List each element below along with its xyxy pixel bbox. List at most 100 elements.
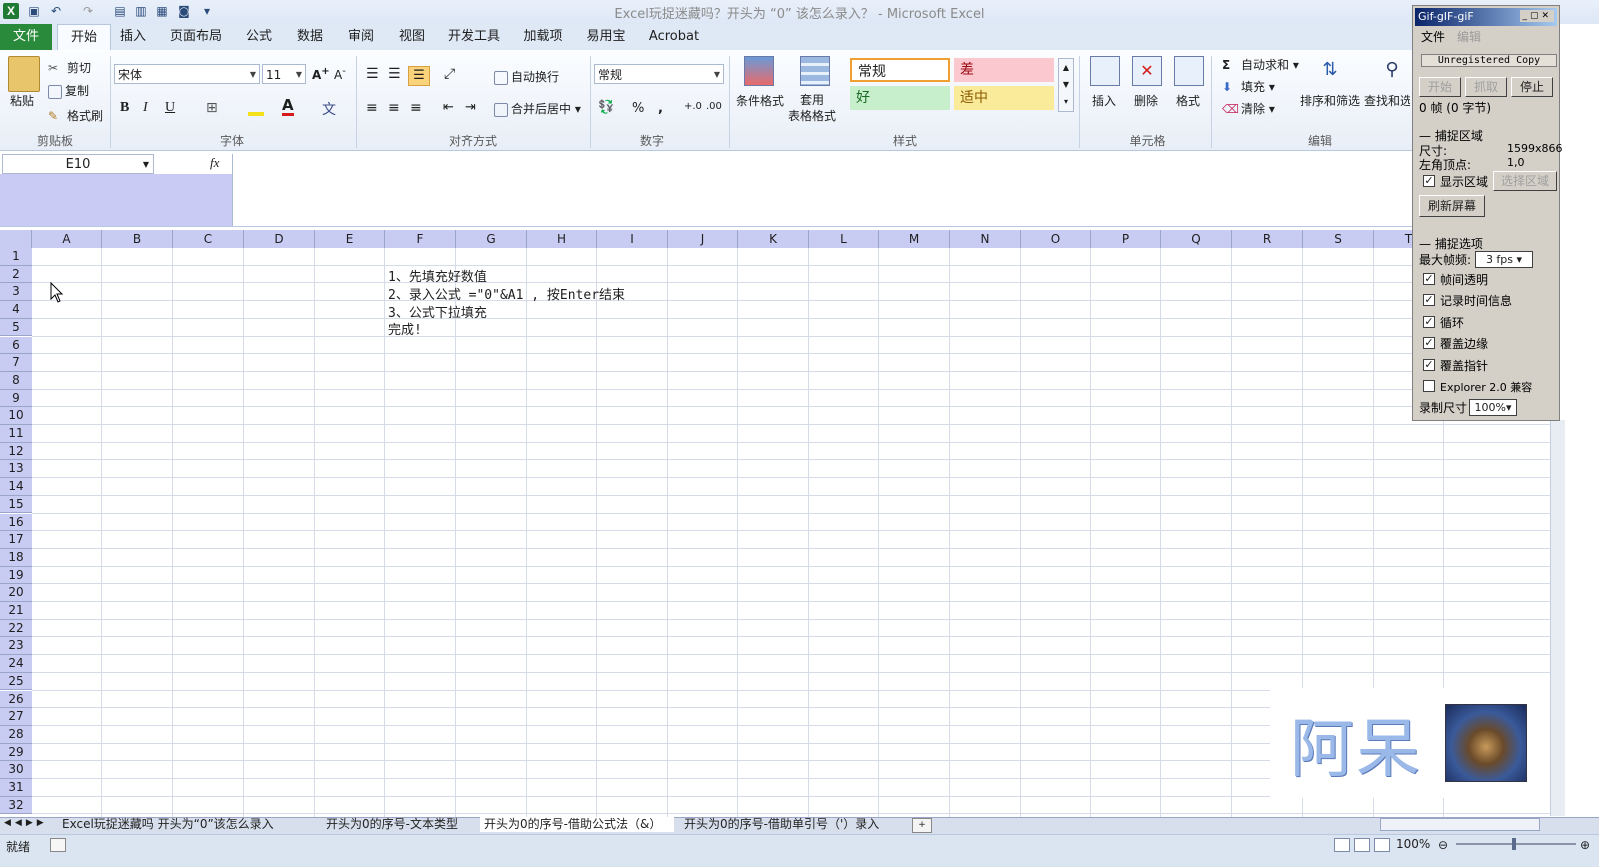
column-header-G[interactable]: G — [456, 230, 527, 248]
sheet-nav-icon[interactable]: ◀◀▶▶ — [4, 818, 48, 828]
bold-button[interactable]: B — [120, 100, 129, 116]
column-header-R[interactable]: R — [1232, 230, 1303, 248]
vertical-scrollbar[interactable] — [1550, 420, 1565, 816]
gif-stop-button[interactable]: 停止 — [1511, 77, 1553, 97]
binoculars-icon[interactable]: ⚲ — [1378, 56, 1406, 84]
tab-formulas[interactable]: 公式 — [238, 24, 280, 50]
row-header-32[interactable]: 32 — [0, 796, 32, 815]
row-header-12[interactable]: 12 — [0, 442, 32, 461]
row-header-27[interactable]: 27 — [0, 708, 32, 726]
new-sheet-icon[interactable]: + — [912, 818, 932, 833]
row-header-29[interactable]: 29 — [0, 743, 32, 762]
row-header-16[interactable]: 16 — [0, 513, 32, 532]
row-header-18[interactable]: 18 — [0, 548, 32, 567]
row-header-5[interactable]: 5 — [0, 318, 32, 337]
row-header-17[interactable]: 17 — [0, 531, 32, 549]
sheet-tab-3[interactable]: 开头为0的序号-借助公式法（&） — [480, 817, 674, 832]
sheet-tab-1[interactable]: Excel玩捉迷藏吗 开头为“0”该怎么录入 — [62, 817, 318, 832]
zoom-out-icon[interactable]: ⊖ — [1438, 838, 1448, 852]
row-header-14[interactable]: 14 — [0, 478, 32, 496]
window-controls-icon[interactable]: _▢✕ — [1520, 10, 1554, 22]
paste-icon[interactable] — [8, 56, 40, 92]
shrink-font-icon[interactable]: A- — [334, 66, 346, 82]
gif-menu-edit[interactable]: 编辑 — [1457, 28, 1481, 45]
column-header-I[interactable]: I — [597, 230, 668, 248]
gif-max-fps-select[interactable]: 3 fps ▾ — [1475, 251, 1533, 268]
horizontal-scrollbar[interactable] — [1380, 818, 1540, 831]
format-cells-icon[interactable] — [1174, 56, 1204, 86]
cell-F2[interactable]: 1、先填充好数值 — [388, 266, 487, 285]
column-header-F[interactable]: F — [385, 230, 456, 248]
row-header-2[interactable]: 2 — [0, 265, 32, 284]
row-header-25[interactable]: 25 — [0, 672, 32, 691]
increase-decimal-icon[interactable]: +.0 — [684, 101, 702, 112]
border-icon[interactable]: ⊞ — [206, 100, 218, 116]
decrease-decimal-icon[interactable]: .00 — [706, 101, 722, 112]
orientation-icon[interactable]: ⤢ — [444, 66, 455, 82]
row-header-4[interactable]: 4 — [0, 301, 32, 319]
align-left-icon[interactable]: ≡ — [366, 100, 378, 116]
gif-opt-transparent-checkbox[interactable]: ✓ — [1423, 273, 1435, 285]
insert-cells-icon[interactable] — [1090, 56, 1120, 86]
tab-review[interactable]: 审阅 — [340, 24, 382, 50]
autosum-button[interactable]: Σ 自动求和 ▾ — [1222, 56, 1299, 74]
style-normal[interactable]: 常规 — [850, 58, 950, 82]
undo-icon[interactable]: ↶ — [48, 3, 64, 19]
table-format-icon[interactable] — [800, 56, 830, 86]
row-header-9[interactable]: 9 — [0, 389, 32, 408]
font-name-combo[interactable]: 宋体 ▼ — [114, 64, 260, 84]
name-box[interactable]: E10 ▼ — [2, 154, 154, 174]
column-header-E[interactable]: E — [315, 230, 385, 248]
gif-opt-loop-checkbox[interactable]: ✓ — [1423, 316, 1435, 328]
sheet-tab-4[interactable]: 开头为0的序号-借助单引号（'）录入 — [684, 817, 904, 832]
row-header-10[interactable]: 10 — [0, 407, 32, 425]
gif-select-area-button[interactable]: 选择区域 — [1493, 171, 1557, 191]
sort-filter-button[interactable]: 排序和筛选 — [1300, 92, 1360, 109]
conditional-format-button[interactable]: 条件格式 — [736, 92, 784, 109]
sort-filter-icon[interactable]: ⇅ — [1316, 56, 1344, 84]
find-select-button[interactable]: 查找和选 — [1364, 92, 1410, 109]
row-header-23[interactable]: 23 — [0, 637, 32, 656]
column-header-C[interactable]: C — [173, 230, 244, 248]
row-header-20[interactable]: 20 — [0, 584, 32, 602]
number-format-combo[interactable]: 常规 ▼ — [594, 64, 724, 84]
column-header-J[interactable]: J — [668, 230, 738, 248]
row-header-13[interactable]: 13 — [0, 460, 32, 479]
column-header-A[interactable]: A — [32, 230, 102, 248]
redo-icon[interactable]: ↷ — [80, 3, 96, 19]
style-good[interactable]: 好 — [850, 86, 950, 110]
row-header-22[interactable]: 22 — [0, 619, 32, 638]
gif-grab-button[interactable]: 抓取 — [1465, 77, 1507, 97]
tab-addins[interactable]: 加载项 — [516, 24, 570, 50]
print-icon[interactable]: ▥ — [133, 3, 149, 19]
gif-opt-edge-checkbox[interactable]: ✓ — [1423, 337, 1435, 349]
tab-yiyongbao[interactable]: 易用宝 — [580, 24, 632, 50]
column-header-L[interactable]: L — [809, 230, 879, 248]
font-color-icon[interactable]: A — [282, 98, 294, 116]
percent-button[interactable]: % — [632, 101, 644, 116]
row-header-21[interactable]: 21 — [0, 602, 32, 620]
currency-icon[interactable]: 💱 — [598, 100, 614, 115]
phonetic-icon[interactable]: 文 — [322, 99, 336, 119]
row-header-28[interactable]: 28 — [0, 725, 32, 744]
fx-icon[interactable]: fx — [210, 155, 219, 171]
formula-input[interactable] — [232, 154, 1413, 226]
column-header-O[interactable]: O — [1021, 230, 1091, 248]
grow-font-icon[interactable]: A+ — [312, 66, 330, 82]
italic-button[interactable]: I — [143, 100, 148, 116]
column-header-Q[interactable]: Q — [1161, 230, 1232, 248]
page-break-view-icon[interactable] — [1374, 838, 1390, 852]
clear-button[interactable]: ⌫ 清除 ▾ — [1222, 100, 1275, 118]
tab-page-layout[interactable]: 页面布局 — [164, 24, 228, 50]
styles-scroll-icon[interactable]: ▲ ▼ ▾ — [1058, 58, 1074, 112]
column-header-M[interactable]: M — [879, 230, 950, 248]
zoom-slider[interactable] — [1456, 843, 1576, 845]
macro-record-icon[interactable] — [50, 838, 66, 852]
row-header-31[interactable]: 31 — [0, 779, 32, 797]
row-header-8[interactable]: 8 — [0, 371, 32, 390]
gif-menu-file[interactable]: 文件 — [1421, 28, 1445, 45]
column-header-K[interactable]: K — [738, 230, 809, 248]
tab-developer[interactable]: 开发工具 — [442, 24, 506, 50]
delete-cells-icon[interactable]: ✕ — [1132, 56, 1162, 86]
decrease-indent-icon[interactable]: ⇤ — [443, 100, 454, 115]
